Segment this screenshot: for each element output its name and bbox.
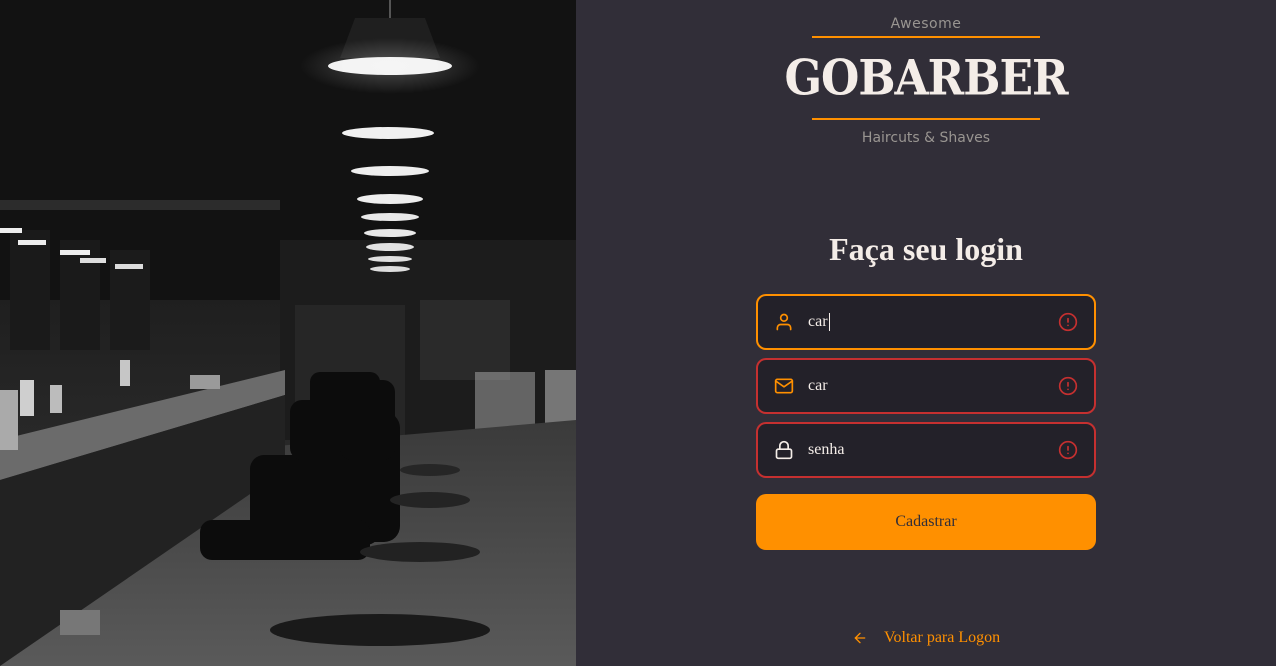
gobarber-logo: Awesome GOBARBER Haircuts & Shaves <box>784 14 1068 162</box>
alert-circle-icon[interactable] <box>1058 312 1078 332</box>
email-field[interactable]: car <box>756 358 1096 414</box>
mail-icon <box>774 378 794 394</box>
name-field[interactable]: car <box>756 294 1096 350</box>
password-input[interactable]: senha <box>808 441 1058 459</box>
logo-tagline-top: Awesome <box>890 16 962 32</box>
text-caret <box>828 313 830 332</box>
password-field[interactable]: senha <box>756 422 1096 478</box>
register-button[interactable]: Cadastrar <box>756 494 1096 550</box>
signup-panel: Awesome GOBARBER Haircuts & Shaves Faça … <box>576 0 1276 666</box>
email-input[interactable]: car <box>808 377 1058 395</box>
barbershop-photo-illustration <box>0 0 576 666</box>
logo-wordmark: GOBARBER <box>784 49 1068 107</box>
back-to-logon-link[interactable]: Voltar para Logon <box>852 626 1012 650</box>
signup-page: Awesome GOBARBER Haircuts & Shaves Faça … <box>0 0 1276 666</box>
name-input-value: car <box>808 312 828 330</box>
back-to-logon-label: Voltar para Logon <box>884 629 1001 646</box>
page-title: Faça seu login <box>829 231 1023 267</box>
logo-wordmark-row: GOBARBER <box>784 38 1068 118</box>
lock-icon <box>775 440 793 460</box>
alert-circle-icon[interactable] <box>1058 376 1078 396</box>
logo-tagline-bottom: Haircuts & Shaves <box>861 130 991 146</box>
logo-rule-bottom <box>812 118 1040 120</box>
name-input[interactable]: car <box>808 312 1058 332</box>
barbershop-background-image <box>0 0 576 666</box>
arrow-left-icon <box>854 632 866 644</box>
alert-circle-icon[interactable] <box>1058 440 1078 460</box>
user-icon <box>776 313 792 331</box>
